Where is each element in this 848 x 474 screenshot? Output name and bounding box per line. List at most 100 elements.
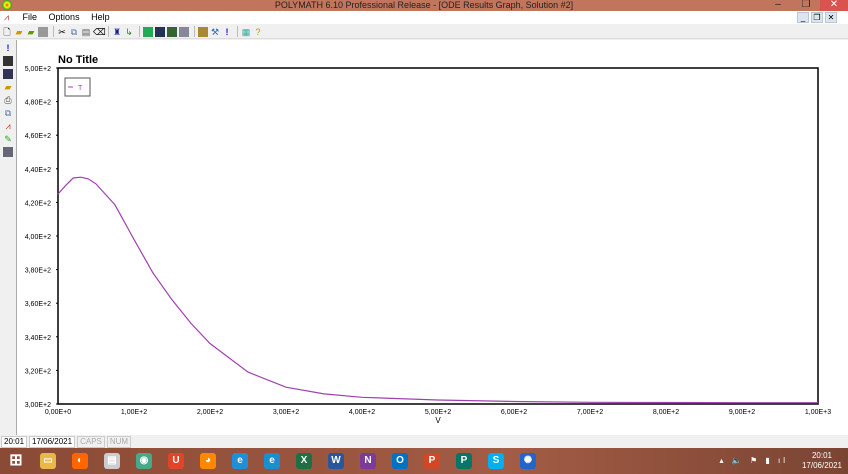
x-tick-label: 9,00E+2: [729, 409, 755, 416]
copy-icon[interactable]: ⧉: [3, 108, 13, 118]
x-tick-label: 4,00E+2: [349, 409, 375, 416]
taskbar-app-start[interactable]: ⊞: [0, 448, 32, 474]
y-tick-label: 4,80E+2: [25, 100, 51, 107]
open-icon[interactable]: ▰: [3, 82, 13, 92]
taskbar-app-polymath[interactable]: ✺: [512, 448, 544, 474]
solve-icon[interactable]: !: [3, 43, 13, 53]
goto-icon[interactable]: ↳: [124, 27, 134, 37]
toolbar: 🗋 ▰ ▰ ✂ ⧉ ▤ ⌫ ♜ ↳ ⚒ ! ▦ ?: [0, 25, 848, 39]
skype-icon: S: [488, 453, 504, 469]
taskbar-app-outlook[interactable]: O: [384, 448, 416, 474]
separator: [108, 26, 109, 37]
mdi-minimize-button[interactable]: _: [797, 12, 809, 23]
print-icon[interactable]: ⎙: [3, 95, 13, 105]
y-tick-label: 4,20E+2: [25, 200, 51, 207]
separator: [237, 26, 238, 37]
taskbar-app-powerpoint[interactable]: P: [416, 448, 448, 474]
title-bar: POLYMATH 6.10 Professional Release - [OD…: [0, 0, 848, 11]
mdi-restore-button[interactable]: ❐: [811, 12, 823, 23]
menu-help[interactable]: Help: [91, 12, 110, 22]
x-tick-label: 0,00E+0: [45, 409, 71, 416]
table-icon[interactable]: [3, 147, 13, 157]
taskbar-app-file-explorer[interactable]: ▭: [32, 448, 64, 474]
internet-explorer-icon: e: [232, 453, 248, 469]
menu-file[interactable]: File: [23, 12, 38, 22]
taskbar-app-notepad[interactable]: ▤: [96, 448, 128, 474]
edge-icon: e: [264, 453, 280, 469]
taskbar-app-publisher[interactable]: P: [448, 448, 480, 474]
paste-icon[interactable]: ▤: [81, 27, 91, 37]
status-num: NUM: [106, 436, 132, 448]
firefox-icon: ◕: [200, 453, 216, 469]
onenote-icon: N: [360, 453, 376, 469]
menu-bar: ⩘ File Options Help _ ❐ ✕: [0, 11, 848, 24]
taskbar-app-onenote[interactable]: N: [352, 448, 384, 474]
y-tick-label: 4,60E+2: [25, 133, 51, 140]
regression-icon[interactable]: [179, 26, 189, 37]
wand-icon[interactable]: ⚒: [210, 27, 220, 37]
taskbar-app-internet-explorer[interactable]: e: [224, 448, 256, 474]
calculator-icon[interactable]: ▦: [241, 27, 251, 37]
open-icon[interactable]: ▰: [14, 27, 24, 37]
ode-solver-icon[interactable]: [143, 26, 153, 37]
help-icon[interactable]: ?: [253, 27, 263, 37]
mdi-close-button[interactable]: ✕: [825, 12, 837, 23]
taskbar-app-firefox[interactable]: ◕: [192, 448, 224, 474]
x-tick-label: 2,00E+2: [197, 409, 223, 416]
save-icon[interactable]: [38, 26, 48, 37]
y-tick-label: 3,80E+2: [25, 268, 51, 275]
taskbar-app-skype[interactable]: S: [480, 448, 512, 474]
solve-icon[interactable]: !: [222, 27, 232, 37]
taskbar-app-photos[interactable]: ◐: [64, 448, 96, 474]
x-tick-label: 6,00E+2: [501, 409, 527, 416]
separator: [194, 26, 195, 37]
series-line-T: [57, 176, 818, 404]
system-tray-icons[interactable]: ▴ 🔈 ⚑ ▮ ıl: [720, 456, 788, 465]
separator: [139, 26, 140, 37]
clock-time: 20:01: [811, 451, 832, 460]
brush-icon[interactable]: ✎: [3, 134, 13, 144]
nonlinear-solver-icon[interactable]: [167, 26, 177, 37]
notepad-icon: ▤: [104, 453, 120, 469]
polymath-icon: ✺: [520, 453, 536, 469]
cut-icon[interactable]: ✂: [57, 27, 67, 37]
open-recent-icon[interactable]: ▰: [26, 27, 36, 37]
taskbar-app-excel[interactable]: X: [288, 448, 320, 474]
linear-solver-icon[interactable]: [155, 26, 165, 37]
status-bar: 20:01 17/06/2021 CAPS NUM: [0, 436, 848, 448]
taskbar-app-office[interactable]: U: [160, 448, 192, 474]
x-tick-label: 8,00E+2: [653, 409, 679, 416]
photos-icon: ◐: [72, 453, 88, 469]
graph-canvas: No Title 3,00E+2 3,20E+2 3,40E+2 3,60E+2 3,80…: [17, 40, 848, 435]
taskbar-app-edge[interactable]: e: [256, 448, 288, 474]
folder-icon[interactable]: [198, 26, 208, 37]
taskbar-app-chrome[interactable]: ◉: [128, 448, 160, 474]
publisher-icon: P: [456, 453, 472, 469]
save-as-icon[interactable]: [3, 69, 13, 79]
taskbar-app-word[interactable]: W: [320, 448, 352, 474]
eraser-icon[interactable]: ⌫: [93, 27, 106, 37]
x-tick-label: 1,00E+3: [805, 409, 831, 416]
taskbar: ⊞ ▭ ◐ ▤ ◉ U ◕ e e X W N O P P S ✺ ▴ 🔈 ⚑ ▮ ıl 20:01 17/06/20…: [0, 448, 848, 474]
save-icon[interactable]: [3, 56, 13, 66]
new-icon[interactable]: 🗋: [2, 27, 12, 37]
x-tick-label: 5,00E+2: [425, 409, 451, 416]
minimize-button[interactable]: –: [764, 0, 792, 11]
taskbar-clock[interactable]: 20:01 17/06/2021: [802, 451, 842, 471]
graph-icon[interactable]: ⩘: [3, 121, 13, 131]
maximize-button[interactable]: ❐: [792, 0, 820, 11]
y-tick-label: 5,00E+2: [25, 66, 51, 73]
legend-label: T: [78, 85, 83, 92]
y-tick-label: 3,40E+2: [25, 335, 51, 342]
graph-doc-icon: ⩘: [4, 12, 10, 22]
close-button[interactable]: ✕: [820, 0, 848, 11]
window-title: POLYMATH 6.10 Professional Release - [OD…: [274, 0, 574, 10]
plot-frame: [57, 67, 819, 405]
x-tick-label: 1,00E+2: [121, 409, 147, 416]
find-icon[interactable]: ♜: [112, 27, 122, 37]
powerpoint-icon: P: [424, 453, 440, 469]
copy-icon[interactable]: ⧉: [69, 27, 79, 37]
menu-options[interactable]: Options: [49, 12, 80, 22]
office-icon: U: [168, 453, 184, 469]
file-explorer-icon: ▭: [40, 453, 56, 469]
